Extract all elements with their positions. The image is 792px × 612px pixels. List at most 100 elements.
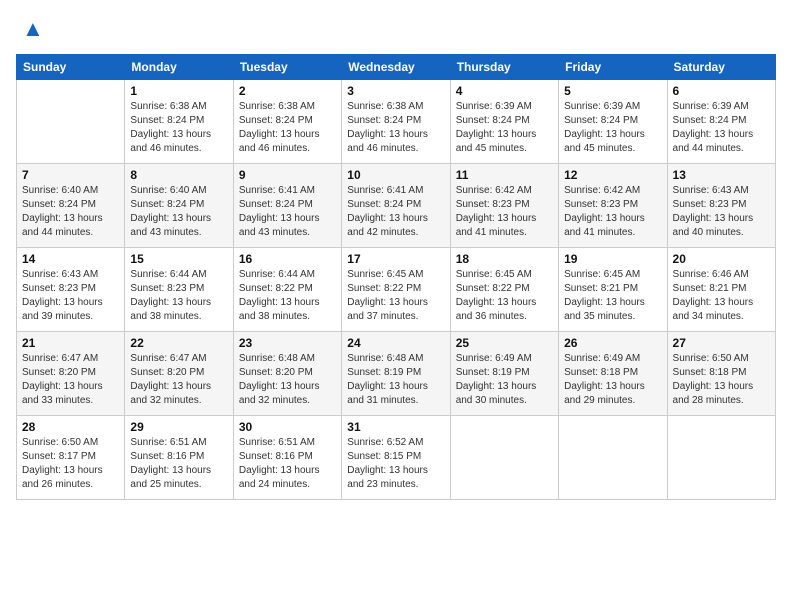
header: ▲ xyxy=(16,16,776,42)
day-number: 29 xyxy=(130,420,227,434)
day-number: 20 xyxy=(673,252,770,266)
day-info: Sunrise: 6:48 AMSunset: 8:20 PMDaylight:… xyxy=(239,352,336,408)
calendar-row: 28Sunrise: 6:50 AMSunset: 8:17 PMDayligh… xyxy=(17,416,776,500)
day-info: Sunrise: 6:48 AMSunset: 8:19 PMDaylight:… xyxy=(347,352,444,408)
day-info: Sunrise: 6:42 AMSunset: 8:23 PMDaylight:… xyxy=(564,184,661,240)
day-number: 8 xyxy=(130,168,227,182)
day-number: 14 xyxy=(22,252,119,266)
day-info: Sunrise: 6:50 AMSunset: 8:17 PMDaylight:… xyxy=(22,436,119,492)
calendar-row: 21 Sunrise: 6:47 AMSunset: 8:20 PMDayligh… xyxy=(17,332,776,416)
calendar-cell: 7 Sunrise: 6:40 AMSunset: 8:24 PMDaylight… xyxy=(17,164,125,248)
day-info: Sunrise: 6:51 AMSunset: 8:16 PMDaylight:… xyxy=(130,436,227,492)
calendar-row: 7 Sunrise: 6:40 AMSunset: 8:24 PMDaylight… xyxy=(17,164,776,248)
calendar-row: 14 Sunrise: 6:43 AMSunset: 8:23 PMDayligh… xyxy=(17,248,776,332)
day-info: Sunrise: 6:39 AMSunset: 8:24 PMDaylight:… xyxy=(456,100,553,156)
day-info: Sunrise: 6:45 AMSunset: 8:21 PMDaylight:… xyxy=(564,268,661,324)
day-number: 21 xyxy=(22,336,119,350)
day-info: Sunrise: 6:43 AMSunset: 8:23 PMDaylight:… xyxy=(673,184,770,240)
calendar-cell: 12 Sunrise: 6:42 AMSunset: 8:23 PMDayligh… xyxy=(559,164,667,248)
day-info: Sunrise: 6:39 AMSunset: 8:24 PMDaylight:… xyxy=(673,100,770,156)
page-container: ▲ SundayMondayTuesdayWednesdayThursdayFr… xyxy=(0,0,792,508)
day-number: 26 xyxy=(564,336,661,350)
day-info: Sunrise: 6:46 AMSunset: 8:21 PMDaylight:… xyxy=(673,268,770,324)
day-info: Sunrise: 6:47 AMSunset: 8:20 PMDaylight:… xyxy=(130,352,227,408)
calendar-cell xyxy=(17,80,125,164)
day-number: 4 xyxy=(456,84,553,98)
calendar-cell xyxy=(450,416,558,500)
day-number: 6 xyxy=(673,84,770,98)
day-info: Sunrise: 6:49 AMSunset: 8:19 PMDaylight:… xyxy=(456,352,553,408)
day-info: Sunrise: 6:47 AMSunset: 8:20 PMDaylight:… xyxy=(22,352,119,408)
day-info: Sunrise: 6:38 AMSunset: 8:24 PMDaylight:… xyxy=(347,100,444,156)
day-info: Sunrise: 6:44 AMSunset: 8:23 PMDaylight:… xyxy=(130,268,227,324)
day-info: Sunrise: 6:44 AMSunset: 8:22 PMDaylight:… xyxy=(239,268,336,324)
calendar-cell: 15Sunrise: 6:44 AMSunset: 8:23 PMDayligh… xyxy=(125,248,233,332)
day-info: Sunrise: 6:39 AMSunset: 8:24 PMDaylight:… xyxy=(564,100,661,156)
day-number: 25 xyxy=(456,336,553,350)
day-of-week-thursday: Thursday xyxy=(450,55,558,80)
day-info: Sunrise: 6:41 AMSunset: 8:24 PMDaylight:… xyxy=(239,184,336,240)
calendar-cell: 9 Sunrise: 6:41 AMSunset: 8:24 PMDaylight… xyxy=(233,164,341,248)
calendar-cell: 4 Sunrise: 6:39 AMSunset: 8:24 PMDaylight… xyxy=(450,80,558,164)
day-number: 23 xyxy=(239,336,336,350)
day-of-week-wednesday: Wednesday xyxy=(342,55,450,80)
calendar-cell: 14 Sunrise: 6:43 AMSunset: 8:23 PMDayligh… xyxy=(17,248,125,332)
calendar-cell: 3 Sunrise: 6:38 AMSunset: 8:24 PMDaylight… xyxy=(342,80,450,164)
calendar-cell: 18Sunrise: 6:45 AMSunset: 8:22 PMDayligh… xyxy=(450,248,558,332)
calendar-cell xyxy=(667,416,775,500)
day-of-week-tuesday: Tuesday xyxy=(233,55,341,80)
day-info: Sunrise: 6:49 AMSunset: 8:18 PMDaylight:… xyxy=(564,352,661,408)
day-info: Sunrise: 6:38 AMSunset: 8:24 PMDaylight:… xyxy=(130,100,227,156)
day-number: 5 xyxy=(564,84,661,98)
day-info: Sunrise: 6:38 AMSunset: 8:24 PMDaylight:… xyxy=(239,100,336,156)
calendar-cell: 20 Sunrise: 6:46 AMSunset: 8:21 PMDayligh… xyxy=(667,248,775,332)
day-number: 31 xyxy=(347,420,444,434)
day-number: 7 xyxy=(22,168,119,182)
day-info: Sunrise: 6:43 AMSunset: 8:23 PMDaylight:… xyxy=(22,268,119,324)
calendar-cell: 24 Sunrise: 6:48 AMSunset: 8:19 PMDayligh… xyxy=(342,332,450,416)
calendar-table: SundayMondayTuesdayWednesdayThursdayFrid… xyxy=(16,54,776,500)
day-of-week-sunday: Sunday xyxy=(17,55,125,80)
day-of-week-friday: Friday xyxy=(559,55,667,80)
calendar-cell: 2 Sunrise: 6:38 AMSunset: 8:24 PMDaylight… xyxy=(233,80,341,164)
calendar-cell: 25 Sunrise: 6:49 AMSunset: 8:19 PMDayligh… xyxy=(450,332,558,416)
day-number: 16 xyxy=(239,252,336,266)
day-number: 12 xyxy=(564,168,661,182)
day-info: Sunrise: 6:40 AMSunset: 8:24 PMDaylight:… xyxy=(22,184,119,240)
day-info: Sunrise: 6:45 AMSunset: 8:22 PMDaylight:… xyxy=(347,268,444,324)
calendar-cell: 13 Sunrise: 6:43 AMSunset: 8:23 PMDayligh… xyxy=(667,164,775,248)
calendar-cell: 22 Sunrise: 6:47 AMSunset: 8:20 PMDayligh… xyxy=(125,332,233,416)
calendar-cell: 23 Sunrise: 6:48 AMSunset: 8:20 PMDayligh… xyxy=(233,332,341,416)
header-row: SundayMondayTuesdayWednesdayThursdayFrid… xyxy=(17,55,776,80)
day-number: 18 xyxy=(456,252,553,266)
calendar-cell: 17 Sunrise: 6:45 AMSunset: 8:22 PMDayligh… xyxy=(342,248,450,332)
calendar-cell xyxy=(559,416,667,500)
day-number: 19 xyxy=(564,252,661,266)
day-number: 27 xyxy=(673,336,770,350)
day-number: 30 xyxy=(239,420,336,434)
calendar-cell: 21 Sunrise: 6:47 AMSunset: 8:20 PMDayligh… xyxy=(17,332,125,416)
day-number: 3 xyxy=(347,84,444,98)
calendar-cell: 31 Sunrise: 6:52 AMSunset: 8:15 PMDayligh… xyxy=(342,416,450,500)
day-number: 9 xyxy=(239,168,336,182)
day-number: 13 xyxy=(673,168,770,182)
day-number: 22 xyxy=(130,336,227,350)
day-info: Sunrise: 6:40 AMSunset: 8:24 PMDaylight:… xyxy=(130,184,227,240)
calendar-cell: 5 Sunrise: 6:39 AMSunset: 8:24 PMDaylight… xyxy=(559,80,667,164)
calendar-cell: 11Sunrise: 6:42 AMSunset: 8:23 PMDayligh… xyxy=(450,164,558,248)
day-number: 24 xyxy=(347,336,444,350)
day-number: 11 xyxy=(456,168,553,182)
calendar-cell: 29 Sunrise: 6:51 AMSunset: 8:16 PMDayligh… xyxy=(125,416,233,500)
day-info: Sunrise: 6:52 AMSunset: 8:15 PMDaylight:… xyxy=(347,436,444,492)
calendar-cell: 16 Sunrise: 6:44 AMSunset: 8:22 PMDayligh… xyxy=(233,248,341,332)
day-number: 1 xyxy=(130,84,227,98)
day-info: Sunrise: 6:51 AMSunset: 8:16 PMDaylight:… xyxy=(239,436,336,492)
day-number: 17 xyxy=(347,252,444,266)
logo-icon: ▲ xyxy=(22,16,44,42)
day-number: 10 xyxy=(347,168,444,182)
calendar-cell: 28Sunrise: 6:50 AMSunset: 8:17 PMDayligh… xyxy=(17,416,125,500)
day-info: Sunrise: 6:50 AMSunset: 8:18 PMDaylight:… xyxy=(673,352,770,408)
calendar-cell: 27 Sunrise: 6:50 AMSunset: 8:18 PMDayligh… xyxy=(667,332,775,416)
day-of-week-monday: Monday xyxy=(125,55,233,80)
day-number: 2 xyxy=(239,84,336,98)
